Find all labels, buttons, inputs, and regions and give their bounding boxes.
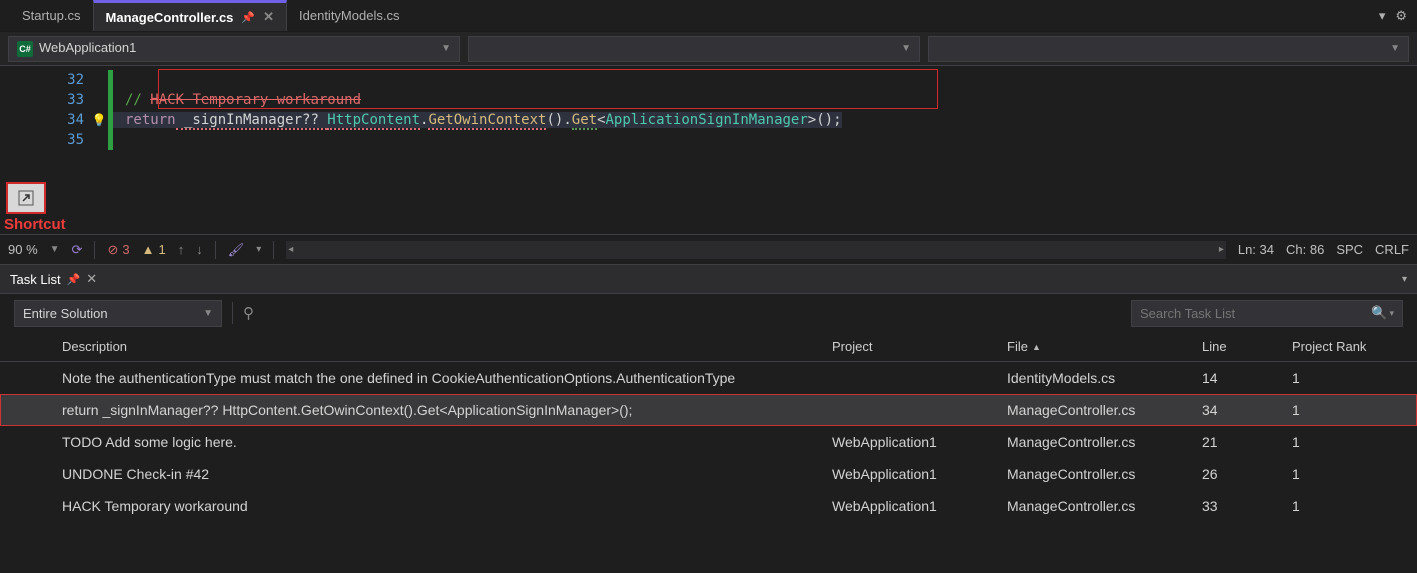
shortcut-annotation-label: Shortcut [4,216,66,233]
pin-icon[interactable]: 📌 [241,11,255,24]
pin-icon[interactable]: 📌 [67,273,81,286]
eol-mode[interactable]: CRLF [1375,242,1409,257]
warning-icon: ▲ [142,242,155,257]
tab-label: IdentityModels.cs [299,8,399,23]
task-line: 26 [1202,466,1292,482]
horizontal-scrollbar[interactable]: ◂▸ [286,241,1226,259]
tab-startup[interactable]: Startup.cs [10,0,93,31]
task-search-box[interactable]: 🔍▾ [1131,300,1403,327]
task-row[interactable]: UNDONE Check-in #42 WebApplication1 Mana… [0,458,1417,490]
line-number: 34 [40,112,90,128]
line-number: 33 [40,92,90,108]
task-desc: TODO Add some logic here. [62,433,832,452]
task-rank: 1 [1292,498,1402,514]
task-rank: 1 [1292,370,1402,386]
task-rank: 1 [1292,402,1402,418]
tab-label: Startup.cs [22,8,81,23]
editor-tab-bar: Startup.cs ManageController.cs 📌 ✕ Ident… [0,0,1417,32]
chevron-down-icon: ▼ [1390,43,1400,54]
warning-count[interactable]: ▲1 [142,242,166,257]
chevron-down-icon[interactable]: ▾ [1389,308,1394,319]
csharp-icon: C# [17,41,33,57]
task-list-table: Description Project File▲ Line Project R… [0,332,1417,522]
task-list-toolbar: Entire Solution ▼ ⚲ 🔍▾ [0,294,1417,332]
code-editor[interactable]: Shortcut 32 33 // HACK Temporary workaro… [0,66,1417,234]
nav-down-icon[interactable]: ↓ [196,242,203,257]
task-file: ManageController.cs [1007,466,1202,482]
task-row[interactable]: HACK Temporary workaround WebApplication… [0,490,1417,522]
line-number: 32 [40,72,90,88]
task-project: WebApplication1 [832,466,1007,482]
error-icon: ⊘ [107,242,118,258]
scope-dropdown[interactable]: C# WebApplication1 ▼ [8,36,460,62]
col-rank[interactable]: Project Rank [1292,339,1402,354]
task-desc: Note the authenticationType must match t… [62,369,832,388]
task-rank: 1 [1292,466,1402,482]
table-header: Description Project File▲ Line Project R… [0,332,1417,362]
col-description[interactable]: Description [62,339,832,354]
task-desc: HACK Temporary workaround [62,497,832,516]
task-file: ManageController.cs [1007,498,1202,514]
sort-asc-icon: ▲ [1032,342,1041,352]
close-icon[interactable]: ✕ [86,271,97,287]
task-scope-dropdown[interactable]: Entire Solution ▼ [14,300,222,327]
error-count[interactable]: ⊘3 [107,242,129,258]
type-dropdown[interactable]: ▼ [468,36,920,62]
nav-up-icon[interactable]: ↑ [178,242,185,257]
filter-icon[interactable]: ⚲ [243,304,254,322]
gear-icon[interactable]: ⚙ [1395,8,1407,24]
task-list-panel-title: Task List 📌 ✕ ▾ [0,264,1417,294]
task-file: IdentityModels.cs [1007,370,1202,386]
chevron-down-icon: ▼ [901,43,911,54]
zoom-level[interactable]: 90 % [8,242,38,257]
col-file[interactable]: File▲ [1007,339,1202,354]
col-line[interactable]: Line [1202,339,1292,354]
chevron-down-icon[interactable]: ▾ [256,244,261,255]
shortcut-arrow-icon [18,190,34,206]
chevron-down-icon[interactable]: ▾ [1402,274,1407,285]
task-desc: UNDONE Check-in #42 [62,465,832,484]
indent-mode[interactable]: SPC [1336,242,1363,257]
chevron-down-icon[interactable]: ▼ [50,244,60,255]
task-row[interactable]: Note the authenticationType must match t… [0,362,1417,394]
task-project: WebApplication1 [832,498,1007,514]
scope-label: WebApplication1 [39,40,136,55]
task-desc: return _signInManager?? HttpContent.GetO… [62,401,832,420]
overflow-dropdown-icon[interactable]: ▾ [1379,8,1386,24]
task-line: 33 [1202,498,1292,514]
line-number: 35 [40,132,90,148]
tab-identitymodels[interactable]: IdentityModels.cs [287,0,411,31]
chevron-down-icon: ▼ [203,308,213,319]
shortcut-annotation-box [6,182,46,214]
search-input[interactable] [1140,306,1360,321]
close-icon[interactable]: ✕ [263,9,274,25]
chevron-down-icon: ▼ [441,43,451,54]
task-line: 34 [1202,402,1292,418]
member-dropdown[interactable]: ▼ [928,36,1409,62]
health-icon[interactable]: ⟳ [72,242,83,258]
task-rank: 1 [1292,434,1402,450]
task-project: WebApplication1 [832,434,1007,450]
cursor-line: Ln: 34 [1238,242,1274,257]
task-file: ManageController.cs [1007,402,1202,418]
panel-title-label: Task List [10,272,61,287]
col-project[interactable]: Project [832,339,1007,354]
lightbulb-icon[interactable]: 💡 [90,113,108,127]
task-line: 21 [1202,434,1292,450]
task-line: 14 [1202,370,1292,386]
nav-bar: C# WebApplication1 ▼ ▼ ▼ [0,32,1417,66]
task-row[interactable]: return _signInManager?? HttpContent.GetO… [0,394,1417,426]
tab-label: ManageController.cs [106,10,234,25]
code-line-34[interactable]: return _signInManager?? HttpContent.GetO… [113,112,842,128]
search-icon[interactable]: 🔍 [1371,305,1387,321]
cursor-col: Ch: 86 [1286,242,1324,257]
task-file: ManageController.cs [1007,434,1202,450]
tab-managecontroller[interactable]: ManageController.cs 📌 ✕ [93,0,287,31]
cleanup-icon[interactable]: 🖌 [228,242,245,258]
editor-status-bar: 90 % ▼ ⟳ ⊘3 ▲1 ↑ ↓ 🖌 ▾ ◂▸ Ln: 34 Ch: 86 … [0,234,1417,264]
task-row[interactable]: TODO Add some logic here. WebApplication… [0,426,1417,458]
